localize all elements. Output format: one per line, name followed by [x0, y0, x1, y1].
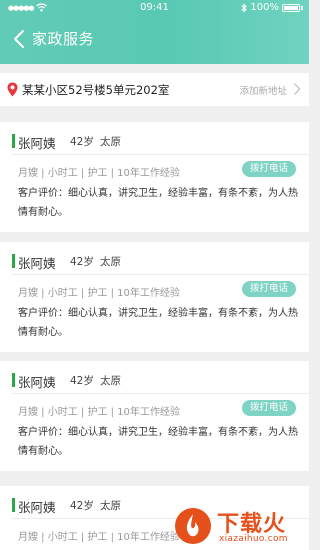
worker-tags: 月嫂 | 小时工 | 护工 | 10年工作经验 — [18, 532, 180, 543]
watermark: 下载火 xiazaihuo.com — [173, 506, 307, 548]
worker-review: 客户评价：细心认真，讲究卫生，经验丰富，有条不紊，为人热情有耐心。 — [18, 427, 298, 457]
app-header: ●●●●● 09:41 100% 家政服务 — [0, 0, 309, 64]
worker-name: 张阿姨 — [18, 375, 56, 390]
worker-review: 客户评价：细心认真，讲究卫生，经验丰富，有条不紊，为人热情有耐心。 — [18, 188, 298, 218]
status-bar: ●●●●● 09:41 100% — [0, 2, 309, 16]
accent-bar — [12, 373, 15, 387]
worker-tags: 月嫂 | 小时工 | 护工 | 10年工作经验 — [18, 168, 180, 179]
address-row[interactable]: 某某小区52号楼5单元202室 添加新地址 — [0, 73, 309, 106]
chevron-right-icon — [294, 83, 301, 95]
worker-card[interactable]: 张阿姨 42岁 太原 月嫂 | 小时工 | 护工 | 10年工作经验 拨打电话 … — [0, 242, 309, 352]
worker-tags: 月嫂 | 小时工 | 护工 | 10年工作经验 — [18, 407, 180, 418]
call-button[interactable]: 拨打电话 — [242, 281, 296, 297]
worker-city: 太原 — [100, 375, 121, 387]
worker-age: 42岁 — [70, 136, 94, 148]
call-button[interactable]: 拨打电话 — [242, 400, 296, 416]
watermark-url: xiazaihuo.com — [219, 534, 288, 544]
accent-bar — [12, 498, 15, 512]
worker-name: 张阿姨 — [18, 256, 56, 271]
accent-bar — [12, 254, 15, 268]
back-icon[interactable] — [10, 27, 30, 51]
worker-age: 42岁 — [70, 375, 94, 387]
worker-city: 太原 — [100, 136, 121, 148]
accent-bar — [12, 134, 15, 148]
worker-city: 太原 — [100, 500, 121, 512]
status-right: 100% — [241, 2, 303, 13]
call-button[interactable]: 拨打电话 — [242, 161, 296, 177]
worker-age: 42岁 — [70, 500, 94, 512]
card-divider — [12, 154, 309, 155]
worker-review: 客户评价：细心认真，讲究卫生，经验丰富，有条不紊，为人热情有耐心。 — [18, 308, 298, 338]
card-divider — [12, 393, 309, 394]
worker-card[interactable]: 张阿姨 42岁 太原 月嫂 | 小时工 | 护工 | 10年工作经验 拨打电话 … — [0, 361, 309, 471]
worker-card[interactable]: 张阿姨 42岁 太原 月嫂 | 小时工 | 护工 | 10年工作经验 拨打电话 … — [0, 122, 309, 232]
address-text: 某某小区52号楼5单元202室 — [22, 83, 170, 97]
bluetooth-icon — [241, 2, 248, 13]
location-pin-icon — [7, 82, 18, 97]
battery-icon — [282, 3, 300, 12]
battery-percent: 100% — [250, 2, 279, 13]
worker-age: 42岁 — [70, 256, 94, 268]
add-address-link[interactable]: 添加新地址 — [239, 83, 287, 97]
worker-name: 张阿姨 — [18, 136, 56, 151]
page-title: 家政服务 — [32, 30, 95, 48]
worker-name: 张阿姨 — [18, 500, 56, 515]
card-divider — [12, 274, 309, 275]
battery-nub — [301, 5, 303, 10]
worker-city: 太原 — [100, 256, 121, 268]
watermark-logo — [175, 508, 211, 544]
worker-tags: 月嫂 | 小时工 | 护工 | 10年工作经验 — [18, 288, 180, 299]
nav-bar: 家政服务 — [0, 24, 309, 54]
